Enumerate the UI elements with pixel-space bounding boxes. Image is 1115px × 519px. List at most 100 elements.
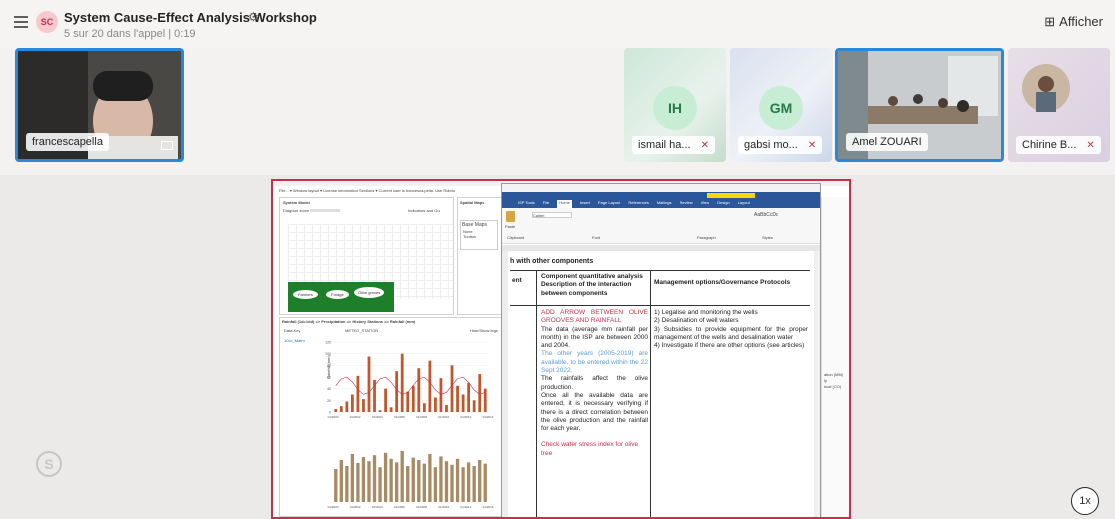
bar [367, 461, 371, 502]
x-tick-label: 01/2004 [372, 415, 383, 419]
view-button[interactable]: ⊞ Afficher [1044, 14, 1103, 30]
cell-text: Once all the available data are entered,… [541, 391, 648, 433]
doc-heading: h with other components [510, 258, 594, 265]
playback-speed-button[interactable]: 1x [1071, 487, 1099, 515]
settings-icon[interactable]: ⚙ [248, 10, 259, 24]
participant-name: ismail ha... [638, 139, 691, 151]
ribbon-tab-home[interactable]: Home [557, 200, 572, 208]
base-maps-box: Base Maps None Tunisia [460, 220, 498, 250]
shared-screen-area: File... ▾ Window layout ▾ License inform… [0, 175, 1115, 519]
bar [417, 460, 421, 502]
vertical-ruler [502, 251, 508, 517]
cell-red-note: Check water stress index for olive tree [541, 441, 639, 457]
rainfall-chart: Rainfall (mm)12010080604020001/2000 01/20… [325, 341, 494, 510]
col-header-ent: ent [512, 277, 522, 284]
bar [483, 388, 487, 412]
ribbon-tab[interactable]: Design [717, 200, 729, 208]
bar [367, 356, 371, 412]
bar [362, 399, 365, 412]
y-tick-label: 40 [327, 387, 331, 391]
indicators-label: Indicators and Gui [408, 208, 441, 213]
bar [455, 458, 460, 502]
bar [428, 360, 432, 412]
ribbon-tab[interactable]: Layout [738, 200, 750, 208]
participant-tile-ih[interactable]: IH ismail ha... ✕ [624, 48, 726, 162]
management-cell[interactable]: 1) Legalise and monitoring the wells 2) … [654, 309, 808, 350]
node-olive-groves[interactable]: Olive groves [354, 287, 385, 298]
font-name-box[interactable]: Calibri [532, 212, 572, 218]
bar [345, 401, 349, 412]
col-divider [536, 271, 537, 517]
bar [383, 452, 388, 502]
row-divider [510, 305, 810, 306]
bar [411, 385, 415, 412]
bar [434, 397, 437, 412]
paste-icon[interactable] [506, 211, 515, 222]
bar [478, 374, 482, 412]
base-map-tunisia[interactable]: Tunisia [461, 234, 497, 239]
ribbon-group-label: Styles [762, 235, 773, 240]
participant-tile-amel[interactable]: Amel ZOUARI [835, 48, 1004, 162]
ribbon-tab[interactable]: Review [680, 200, 693, 208]
doc-scrollbar[interactable] [814, 251, 820, 517]
bar [400, 451, 404, 502]
node-farmers[interactable]: Farmers [293, 290, 318, 299]
menu-icon[interactable] [14, 16, 28, 28]
shared-screen: File... ▾ Window layout ▾ License inform… [271, 179, 851, 519]
bar [450, 464, 454, 502]
diagram-zoom-slider[interactable] [310, 209, 340, 212]
ribbon-tab[interactable]: View [701, 200, 710, 208]
cell-blue-note: The other years (2005-2019) are availabl… [541, 350, 648, 375]
bar [334, 469, 338, 502]
ribbon-tab[interactable]: Insert [580, 200, 590, 208]
bar [345, 466, 349, 502]
bar [339, 406, 343, 412]
ribbon-tab[interactable]: Mailings [657, 200, 672, 208]
ribbon-tabs: ISP Tools File Home Insert Page Layout R… [502, 200, 820, 208]
ribbon: Paste Calibri AaBbCcDc Clipboard Font Pa… [502, 208, 820, 244]
col-divider [650, 271, 651, 517]
ribbon-tab[interactable]: ISP Tools [518, 200, 535, 208]
ribbon-tab[interactable]: References [628, 200, 648, 208]
rainfall-panel: Rainfall (1d=1dd) => Precipitation => Hi… [279, 317, 504, 517]
management-item: 4) Investigate if there are other option… [654, 342, 805, 350]
analysis-cell[interactable]: ADD ARROW BETWEEN OLIVE GROOVES AND RAIN… [541, 309, 648, 458]
cell-text: The data (average mm rainfall per month)… [541, 325, 648, 350]
bar [389, 407, 393, 412]
skype-icon: S [36, 451, 62, 477]
node-forage[interactable]: Forage [326, 290, 349, 299]
meeting-header: SC System Cause-Effect Analysis Workshop… [0, 0, 1115, 48]
participant-tile-francescapella[interactable]: francescapella [15, 48, 184, 162]
y-tick-label: 20 [327, 399, 331, 403]
spatial-maps-title: Spatial Maps [460, 200, 485, 205]
bar [445, 405, 448, 412]
bar [384, 388, 387, 412]
x-tick-label: 01/2008 [416, 505, 427, 509]
participant-tile-chirine[interactable]: Chirine B... ✕ [1008, 48, 1110, 162]
bar [422, 463, 426, 502]
doc-table: ent Component quantitative analysis Desc… [510, 270, 810, 517]
x-tick-label: 01/2000 [328, 505, 339, 509]
participant-name: gabsi mo... [744, 139, 798, 151]
bar [450, 365, 454, 412]
bar [406, 391, 410, 412]
diagram-zoom-label: Diagram zoom [283, 208, 310, 213]
bar [334, 409, 338, 412]
ruler [502, 245, 820, 251]
app-menu-bar[interactable]: File... ▾ Window layout ▾ License inform… [279, 188, 504, 193]
ribbon-group-label: Font [592, 235, 601, 240]
paste-label[interactable]: Paste [505, 224, 515, 229]
ribbon-group-label: Clipboard [507, 235, 525, 240]
bar [461, 467, 465, 502]
y-tick-label: 60 [327, 376, 331, 380]
y-tick-label: 100 [325, 352, 331, 356]
styles-preview[interactable]: AaBbCcDc [754, 212, 778, 218]
bar [339, 460, 343, 502]
bar [395, 371, 399, 412]
grid-icon: ⊞ [1044, 14, 1056, 29]
ribbon-tab[interactable]: Page Layout [598, 200, 620, 208]
col-header-analysis: Component quantitative analysis Descript… [541, 273, 643, 297]
participant-tile-gm[interactable]: GM gabsi mo... ✕ [730, 48, 832, 162]
system-model-title: System Model [283, 200, 310, 205]
ribbon-tab[interactable]: File [543, 200, 549, 208]
